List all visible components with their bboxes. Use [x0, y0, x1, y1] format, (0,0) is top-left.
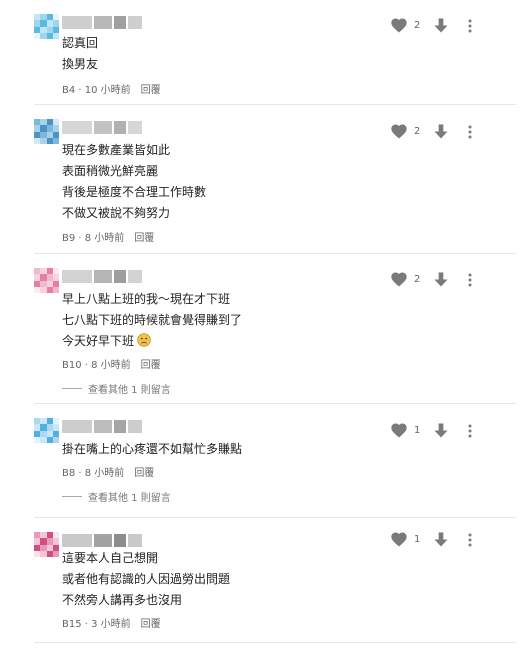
avatar[interactable]	[34, 14, 59, 39]
arrow-down-icon[interactable]	[433, 532, 449, 547]
comment-item: 認真回換男友 B4 · 10 小時前 回覆 2	[0, 0, 528, 105]
floor-timestamp: B9 · 8 小時前	[62, 233, 125, 244]
avatar[interactable]	[34, 119, 59, 144]
floor-timestamp: B8 · 8 小時前	[62, 468, 125, 479]
comment-body: 認真回 換男友	[62, 33, 98, 75]
reply-button[interactable]: 回覆	[134, 233, 154, 244]
more-vertical-icon[interactable]	[468, 424, 472, 438]
comment-actions: 1	[391, 532, 472, 547]
comment-meta: B8 · 8 小時前 回覆	[62, 464, 154, 479]
more-replies-label: 查看其他 1 則留言	[88, 385, 171, 396]
view-more-replies[interactable]: 查看其他 1 則留言	[62, 489, 171, 504]
comment-body: 早上八點上班的我～現在才下班 七八點下班的時候就會覺得賺到了今天好早下班	[62, 289, 242, 352]
avatar[interactable]	[34, 418, 59, 443]
comment-actions: 2	[391, 272, 472, 287]
comment-line: 不做又被說不夠努力	[62, 206, 171, 220]
comment-line: 今天好早下班	[62, 331, 242, 352]
floor-timestamp: B4 · 10 小時前	[62, 85, 131, 96]
reply-button[interactable]: 回覆	[141, 85, 161, 96]
reply-button[interactable]: 回覆	[141, 360, 161, 371]
comment-line: 掛在嘴上的心疼還不如幫忙多賺點	[62, 442, 243, 456]
author-name[interactable]	[62, 270, 142, 283]
comment-line: 早上八點上班的我～現在才下班	[62, 292, 231, 306]
comment-line: 背後是極度不合理工作時數	[62, 185, 207, 199]
heart-icon[interactable]	[391, 18, 407, 33]
floor-timestamp: B15 · 3 小時前	[62, 619, 131, 630]
floor-timestamp: B10 · 8 小時前	[62, 360, 131, 371]
avatar[interactable]	[34, 532, 59, 557]
comment-meta: B4 · 10 小時前 回覆	[62, 81, 161, 96]
comment-body: 掛在嘴上的心疼還不如幫忙多賺點	[62, 439, 242, 460]
comment-meta: B15 · 3 小時前 回覆	[62, 615, 161, 630]
comment-item: 早上八點上班的我～現在才下班 七八點下班的時候就會覺得賺到了今天好早下班 B10 ·…	[0, 254, 528, 404]
comment-divider	[34, 642, 516, 643]
comment-actions: 1	[391, 423, 472, 438]
comment-meta: B9 · 8 小時前 回覆	[62, 229, 154, 244]
reply-button[interactable]: 回覆	[141, 619, 161, 630]
comment-item: 掛在嘴上的心疼還不如幫忙多賺點 B8 · 8 小時前 回覆查看其他 1 則留言 1	[0, 404, 528, 518]
more-vertical-icon[interactable]	[468, 533, 472, 547]
like-count: 2	[414, 20, 421, 31]
view-more-replies[interactable]: 查看其他 1 則留言	[62, 381, 171, 396]
more-replies-label: 查看其他 1 則留言	[88, 493, 171, 504]
more-vertical-icon[interactable]	[468, 125, 472, 139]
like-count: 2	[414, 126, 421, 137]
comment-line: 七八點下班的時候就會覺得賺到了	[62, 313, 243, 327]
author-name[interactable]	[62, 420, 142, 433]
heart-icon[interactable]	[391, 272, 407, 287]
comment-actions: 2	[391, 124, 472, 139]
comment-actions: 2	[391, 18, 472, 33]
arrow-down-icon[interactable]	[433, 124, 449, 139]
comment-line: 或者他有認識的人因過勞出問題	[62, 572, 231, 586]
heart-icon[interactable]	[391, 124, 407, 139]
comment-line: 換男友	[62, 57, 99, 71]
author-name[interactable]	[62, 534, 142, 547]
like-count: 1	[414, 425, 421, 436]
comment-line: 不然旁人講再多也沒用	[62, 593, 183, 607]
heart-icon[interactable]	[391, 423, 407, 438]
sad-face-emoji-icon	[137, 333, 151, 347]
arrow-down-icon[interactable]	[433, 423, 449, 438]
like-count: 1	[414, 534, 421, 545]
reply-button[interactable]: 回覆	[134, 468, 154, 479]
comment-line: 認真回	[62, 36, 99, 50]
arrow-down-icon[interactable]	[433, 272, 449, 287]
comment-line: 這要本人自己想開	[62, 551, 159, 565]
more-replies-rule	[62, 496, 82, 497]
arrow-down-icon[interactable]	[433, 18, 449, 33]
like-count: 2	[414, 274, 421, 285]
comment-body: 現在多數產業皆如此 表面稍微光鮮亮麗背後是極度不合理工作時數 不做又被說不夠努力	[62, 140, 206, 224]
comment-item: 現在多數產業皆如此 表面稍微光鮮亮麗背後是極度不合理工作時數 不做又被說不夠努力 B9…	[0, 105, 528, 254]
more-replies-rule	[62, 388, 82, 389]
author-name[interactable]	[62, 121, 142, 134]
avatar[interactable]	[34, 268, 59, 293]
comment-body: 這要本人自己想開或者他有認識的人因過勞出問題 不然旁人講再多也沒用	[62, 548, 230, 611]
comment-item: 這要本人自己想開或者他有認識的人因過勞出問題 不然旁人講再多也沒用 B15 · 3 …	[0, 518, 528, 643]
heart-icon[interactable]	[391, 532, 407, 547]
more-vertical-icon[interactable]	[468, 273, 472, 287]
more-vertical-icon[interactable]	[468, 19, 472, 33]
comment-line: 表面稍微光鮮亮麗	[62, 164, 159, 178]
comment-meta: B10 · 8 小時前 回覆	[62, 356, 161, 371]
comment-line: 現在多數產業皆如此	[62, 143, 171, 157]
author-name[interactable]	[62, 16, 142, 29]
